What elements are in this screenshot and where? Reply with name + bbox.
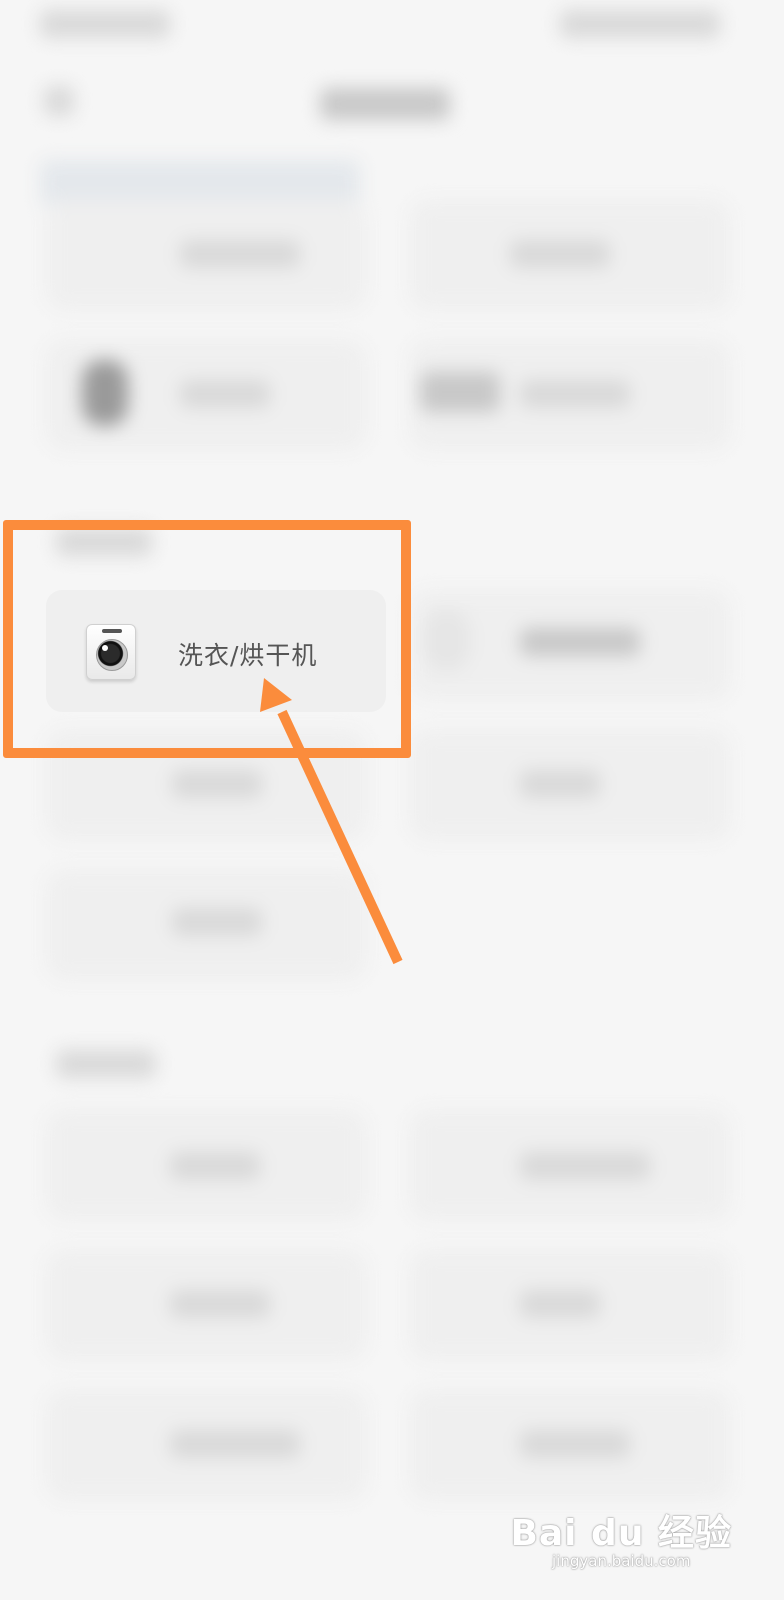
pointer-arrow — [260, 678, 403, 965]
watermark-logo: Bai du 经验 — [510, 1513, 732, 1554]
arrow-head — [260, 678, 292, 712]
arrow-shaft — [277, 709, 403, 965]
baidu-watermark: Bai du 经验 jingyan.baidu.com — [510, 1504, 732, 1570]
